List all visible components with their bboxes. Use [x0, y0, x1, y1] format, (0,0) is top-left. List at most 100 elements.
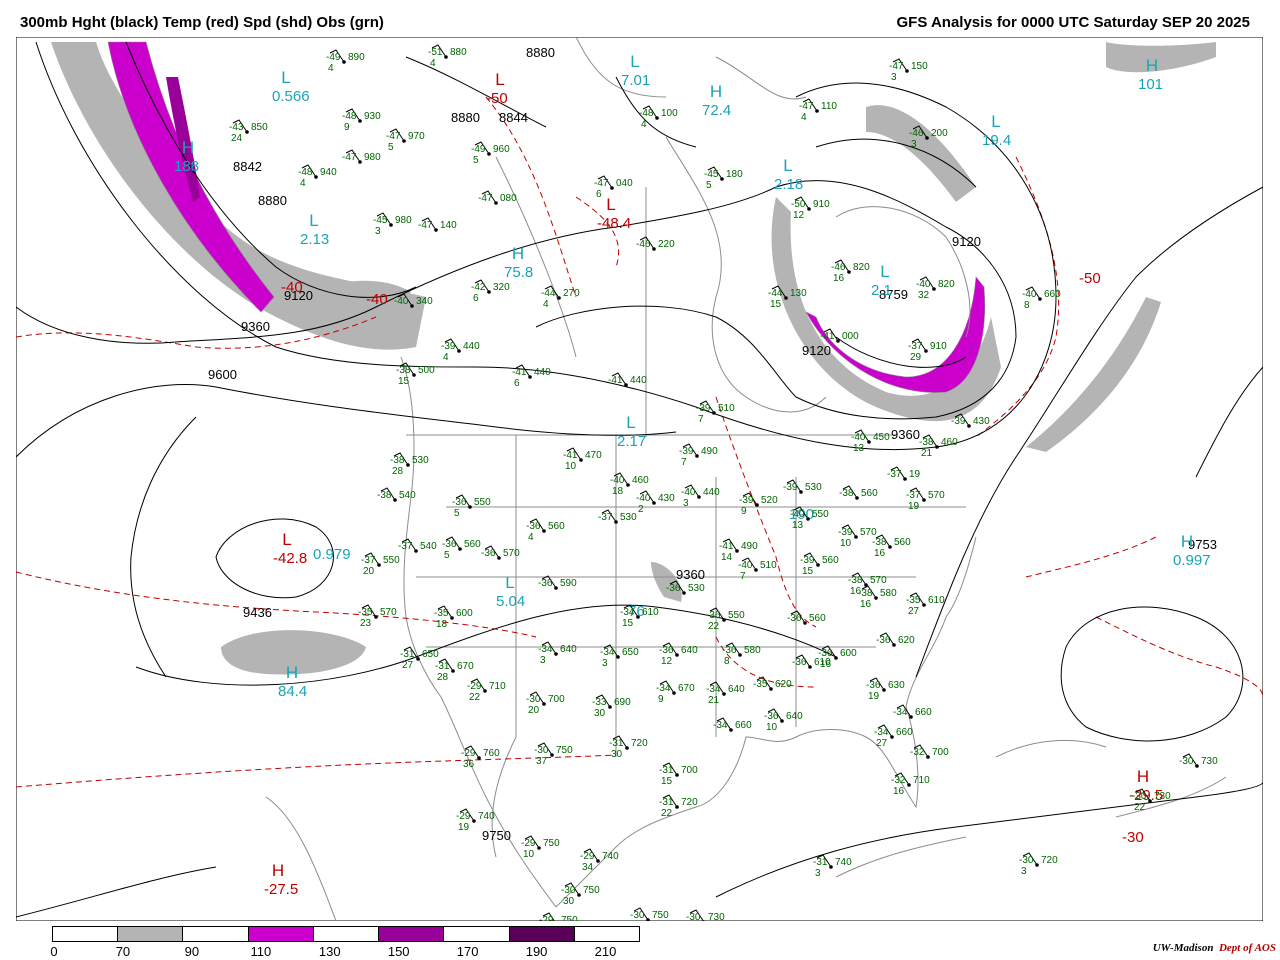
center-marker: H — [1146, 56, 1158, 75]
obs-temperature: -35 — [434, 608, 449, 619]
center-value: 75.8 — [504, 264, 533, 281]
obs-height: 820 — [938, 279, 955, 290]
obs-temperature: -36 — [659, 645, 674, 656]
obs-temperature: -38 — [872, 537, 887, 548]
obs-height: 590 — [560, 578, 577, 589]
obs-height: 910 — [813, 199, 830, 210]
weather-map[interactable]: 88808880 88448842888091209360960094369120… — [16, 37, 1263, 921]
center-marker: H — [512, 244, 524, 263]
obs-temperature: -41 — [512, 367, 527, 378]
center-marker: L — [626, 413, 635, 432]
height-contour-label: 8880 — [526, 45, 555, 60]
legend-label: 150 — [387, 944, 410, 959]
center-value: 7.01 — [621, 72, 650, 89]
obs-temperature: -38 — [848, 575, 863, 586]
center-value: -27.5 — [264, 881, 298, 898]
center-value: 72.4 — [702, 102, 731, 119]
obs-temperature: -37 — [598, 512, 613, 523]
obs-height: 540 — [399, 490, 416, 501]
obs-dewpoint-depression: 4 — [443, 352, 449, 363]
obs-height: 570 — [380, 607, 397, 618]
obs-height: 700 — [681, 765, 698, 776]
obs-height: 610 — [814, 657, 831, 668]
obs-dewpoint-depression: 19 — [908, 501, 920, 512]
center-marker: H — [182, 138, 194, 157]
obs-temperature: -35 — [358, 607, 373, 618]
obs-height: 750 — [543, 838, 560, 849]
obs-height: 750 — [561, 915, 578, 921]
obs-temperature: -40 — [1022, 289, 1037, 300]
obs-temperature: -36 — [706, 610, 721, 621]
legend-label: 70 — [115, 944, 131, 959]
obs-dewpoint-depression: 7 — [698, 414, 704, 425]
obs-height: 560 — [822, 555, 839, 566]
obs-height: 620 — [775, 679, 792, 690]
obs-height: 640 — [681, 645, 698, 656]
center-value: 188 — [174, 158, 199, 175]
obs-dewpoint-depression: 15 — [622, 618, 634, 629]
obs-dewpoint-depression: 24 — [231, 133, 243, 144]
obs-temperature: -41 — [719, 541, 734, 552]
obs-dewpoint-depression: 21 — [921, 448, 933, 459]
credit-org: UW-Madison — [1152, 942, 1214, 954]
obs-height: 670 — [457, 661, 474, 672]
obs-dewpoint-depression: 22 — [469, 692, 481, 703]
obs-height: 100 — [661, 108, 678, 119]
obs-height: 510 — [718, 403, 735, 414]
obs-temperature: -39 — [441, 341, 456, 352]
height-contour-label: 9436 — [243, 605, 272, 620]
obs-height: 550 — [812, 509, 829, 520]
obs-dewpoint-depression: 19 — [458, 822, 470, 833]
obs-height: 720 — [681, 797, 698, 808]
obs-temperature: -30 — [534, 745, 549, 756]
obs-height: 550 — [474, 497, 491, 508]
obs-dewpoint-depression: 4 — [801, 112, 807, 123]
center-marker: L — [991, 112, 1000, 131]
obs-height: 530 — [688, 583, 705, 594]
obs-temperature: -39 — [838, 527, 853, 538]
center-marker: H — [710, 82, 722, 101]
obs-height: 720 — [631, 738, 648, 749]
obs-height: 710 — [489, 681, 506, 692]
obs-temperature: -40 — [738, 560, 753, 571]
obs-dewpoint-depression: 22 — [708, 621, 720, 632]
legend-label: 0 — [50, 944, 58, 959]
obs-height: 540 — [420, 541, 437, 552]
obs-height: 19 — [909, 469, 921, 480]
obs-height: 750 — [652, 910, 669, 921]
obs-dewpoint-depression: 5 — [706, 180, 712, 191]
obs-dewpoint-depression: 15 — [770, 299, 782, 310]
obs-dewpoint-depression: 16 — [833, 273, 845, 284]
height-contour-label: 8880 — [451, 110, 480, 125]
obs-temperature: -41 — [820, 331, 835, 342]
obs-height: 270 — [563, 288, 580, 299]
obs-height: 630 — [888, 680, 905, 691]
obs-height: 080 — [500, 193, 517, 204]
center-value: 84.4 — [278, 683, 307, 700]
obs-temperature: -36 — [866, 680, 881, 691]
obs-height: 440 — [534, 367, 551, 378]
obs-temperature: -31 — [400, 649, 415, 660]
obs-height: 890 — [348, 52, 365, 63]
obs-temperature: -29 — [539, 915, 554, 921]
obs-temperature: -30 — [526, 694, 541, 705]
obs-dewpoint-depression: 4 — [300, 178, 306, 189]
legend-swatch — [118, 927, 184, 941]
center-value: 101 — [1138, 76, 1163, 93]
legend-swatch — [574, 927, 639, 941]
obs-height: 960 — [493, 144, 510, 155]
obs-height: 640 — [560, 644, 577, 655]
obs-temperature: -36 — [481, 548, 496, 559]
obs-dewpoint-depression: 13 — [792, 520, 804, 531]
obs-dewpoint-depression: 4 — [328, 63, 334, 74]
center-value: -50 — [486, 90, 508, 107]
obs-dewpoint-depression: 4 — [641, 119, 647, 130]
obs-temperature: -47 — [418, 220, 433, 231]
obs-temperature: -29 — [580, 851, 595, 862]
obs-dewpoint-depression: 9 — [658, 694, 664, 705]
obs-temperature: -39 — [951, 416, 966, 427]
obs-temperature: -46 — [831, 262, 846, 273]
obs-temperature: -37 — [887, 469, 902, 480]
obs-dewpoint-depression: 10 — [523, 849, 535, 860]
obs-temperature: -45 — [704, 169, 719, 180]
